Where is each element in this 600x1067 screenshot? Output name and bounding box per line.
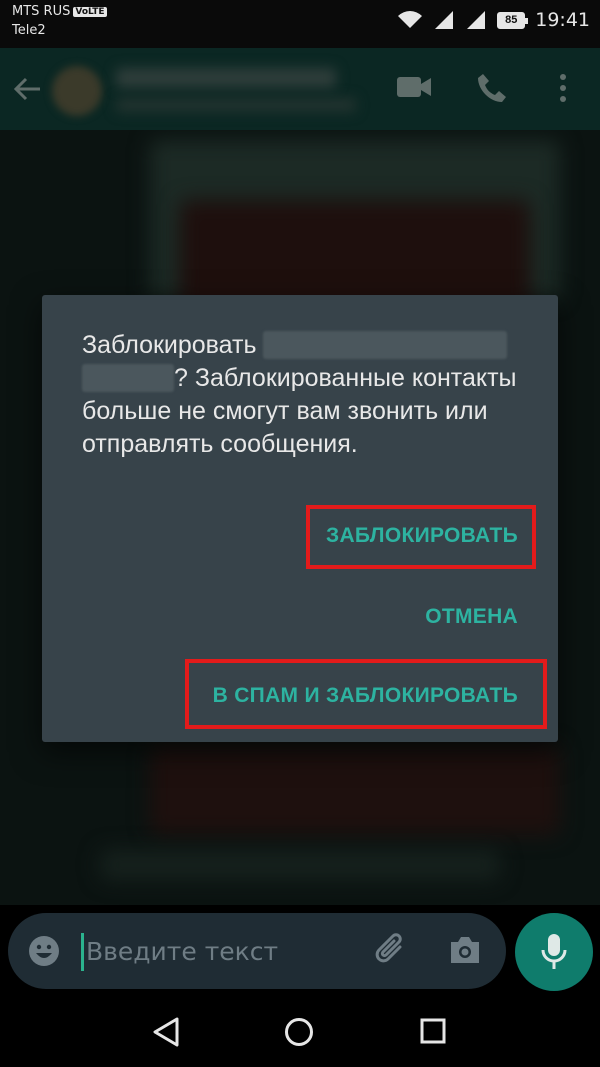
status-icons: 85 19:41 bbox=[397, 6, 590, 34]
carrier-primary: MTS RUS VoLTE bbox=[12, 4, 107, 19]
carrier-name-2: Tele2 bbox=[12, 23, 46, 38]
emoji-icon[interactable] bbox=[28, 935, 60, 967]
volte-badge: VoLTE bbox=[73, 7, 107, 17]
clock: 19:41 bbox=[535, 9, 590, 31]
contact-name-redacted[interactable] bbox=[116, 68, 336, 88]
message-start: Заблокировать bbox=[82, 331, 257, 359]
back-arrow-icon[interactable] bbox=[12, 74, 42, 104]
signal-icon bbox=[435, 11, 454, 29]
battery-indicator: 85 bbox=[497, 11, 529, 29]
camera-icon[interactable] bbox=[448, 935, 482, 965]
system-message bbox=[100, 850, 500, 880]
home-nav-icon[interactable] bbox=[284, 1017, 314, 1047]
wifi-icon bbox=[398, 11, 423, 28]
media-preview bbox=[150, 745, 560, 835]
recents-nav-icon[interactable] bbox=[420, 1018, 446, 1044]
cancel-button[interactable]: ОТМЕНА bbox=[425, 605, 518, 629]
spam-and-block-button[interactable]: В СПАМ И ЗАБЛОКИРОВАТЬ bbox=[213, 684, 518, 708]
more-options-icon[interactable] bbox=[558, 72, 568, 104]
text-cursor bbox=[81, 933, 84, 971]
dialog-message: Заблокировать ? Заблокированные контакты… bbox=[82, 329, 522, 461]
message-composer: Введите текст bbox=[8, 913, 506, 989]
mic-button[interactable] bbox=[515, 913, 593, 991]
video-call-icon[interactable] bbox=[396, 72, 432, 102]
avatar[interactable] bbox=[52, 66, 102, 116]
attach-icon[interactable] bbox=[374, 933, 410, 969]
carrier-name-1: MTS RUS bbox=[12, 4, 71, 19]
redacted-name-2 bbox=[82, 364, 174, 392]
system-nav-bar bbox=[0, 993, 600, 1067]
mic-icon bbox=[541, 934, 567, 969]
block-contact-dialog: Заблокировать ? Заблокированные контакты… bbox=[42, 295, 558, 742]
block-button[interactable]: ЗАБЛОКИРОВАТЬ bbox=[326, 524, 518, 548]
chat-header bbox=[0, 48, 600, 130]
redacted-name bbox=[263, 331, 508, 359]
signal-icon-2 bbox=[467, 11, 486, 29]
contact-status-redacted bbox=[116, 98, 356, 112]
back-nav-icon[interactable] bbox=[152, 1017, 180, 1047]
phone-call-icon[interactable] bbox=[476, 72, 508, 104]
status-bar: MTS RUS VoLTE Tele2 85 19:41 bbox=[0, 0, 600, 48]
message-input[interactable]: Введите текст bbox=[86, 937, 278, 966]
